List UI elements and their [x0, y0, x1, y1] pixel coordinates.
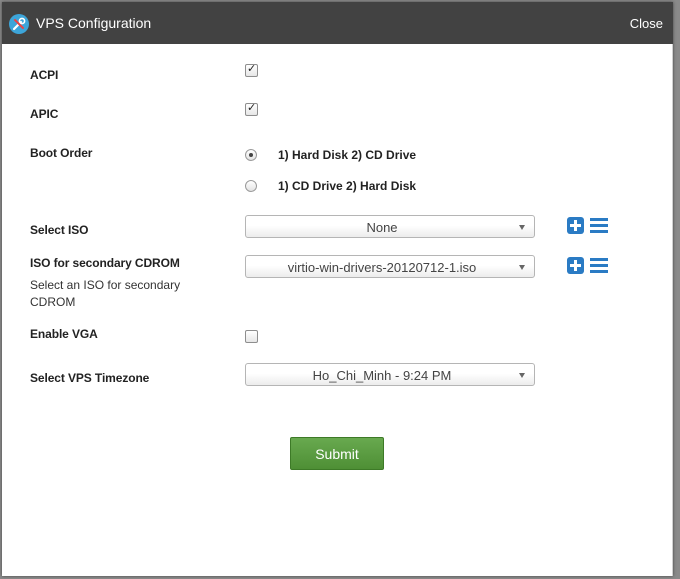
chevron-down-icon [519, 225, 525, 230]
vps-configuration-dialog: VPS Configuration Close ACPI ✓ APIC ✓ Bo… [2, 2, 673, 576]
list-iso-icon[interactable] [590, 218, 608, 233]
apic-label: APIC [30, 107, 59, 121]
timezone-label: Select VPS Timezone [30, 371, 150, 385]
chevron-down-icon [519, 373, 525, 378]
boot-order-radio-hdd-first[interactable] [245, 149, 257, 161]
select-iso-label: Select ISO [30, 223, 89, 237]
secondary-cdrom-hint: Select an ISO for secondary CDROM [30, 278, 181, 309]
acpi-label: ACPI [30, 68, 59, 82]
dialog-right-edge [672, 44, 673, 576]
submit-button[interactable]: Submit [290, 437, 384, 470]
dialog-titlebar: VPS Configuration Close [2, 2, 673, 44]
acpi-checkbox[interactable]: ✓ [245, 63, 258, 77]
chevron-down-icon [519, 265, 525, 270]
apic-checkbox[interactable]: ✓ [245, 102, 258, 116]
boot-order-label: Boot Order [30, 146, 93, 160]
boot-order-option-label: 1) Hard Disk 2) CD Drive [278, 148, 417, 162]
dialog-title: VPS Configuration [36, 15, 152, 31]
list-secondary-iso-icon[interactable] [590, 258, 608, 273]
checkmark-icon: ✓ [247, 63, 257, 75]
secondary-cdrom-label: ISO for secondary CDROM [30, 256, 180, 270]
select-iso-dropdown[interactable]: None [245, 215, 535, 238]
checkmark-icon: ✓ [247, 102, 257, 114]
timezone-value: Ho_Chi_Minh - 9:24 PM [312, 368, 452, 383]
enable-vga-label: Enable VGA [30, 327, 98, 341]
close-button[interactable]: Close [630, 16, 663, 31]
add-iso-icon[interactable] [567, 217, 584, 234]
boot-order-radio-cd-first[interactable] [245, 180, 257, 192]
add-secondary-iso-icon[interactable] [567, 257, 584, 274]
select-iso-value: None [366, 220, 398, 235]
tools-icon [9, 14, 29, 34]
radio-selected-dot [249, 153, 253, 157]
secondary-cdrom-dropdown[interactable]: virtio-win-drivers-20120712-1.iso [245, 255, 535, 278]
secondary-cdrom-value: virtio-win-drivers-20120712-1.iso [287, 260, 477, 275]
enable-vga-checkbox[interactable] [245, 330, 258, 343]
boot-order-option-label: 1) CD Drive 2) Hard Disk [278, 179, 417, 193]
timezone-dropdown[interactable]: Ho_Chi_Minh - 9:24 PM [245, 363, 535, 386]
